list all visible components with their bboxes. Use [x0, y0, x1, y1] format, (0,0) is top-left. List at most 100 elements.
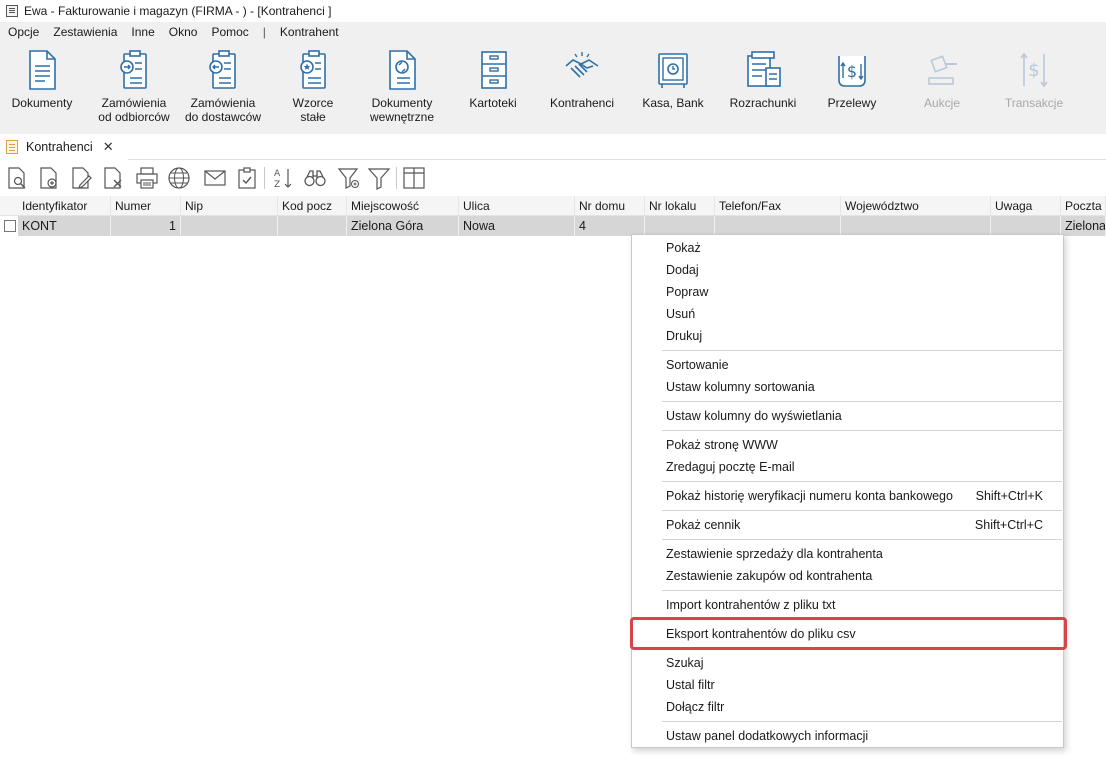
- column-header[interactable]: Nip: [181, 196, 278, 216]
- column-header[interactable]: Poczta: [1061, 196, 1106, 216]
- print-button[interactable]: [134, 165, 160, 191]
- add-document-icon: [40, 167, 57, 189]
- columns-button[interactable]: [401, 165, 427, 191]
- menu-item-shortcut: Shift+Ctrl+C: [974, 518, 1043, 532]
- www-button[interactable]: [166, 165, 192, 191]
- menu-pomoc[interactable]: Pomoc: [211, 25, 248, 39]
- menu-item-label: Dołącz filtr: [666, 700, 725, 714]
- close-icon[interactable]: ✕: [103, 139, 114, 155]
- ribbon-button-zamowienia-od-odbiorcow[interactable]: Zamówienia od odbiorców: [94, 48, 174, 132]
- menu-item-dodaj[interactable]: Dodaj: [632, 259, 1063, 281]
- menu-item-label: Ustaw panel dodatkowych informacji: [666, 729, 869, 743]
- menu-item-ustaw-panel-dodatkowych-informacji[interactable]: Ustaw panel dodatkowych informacji: [632, 725, 1063, 747]
- app-icon: [6, 5, 18, 17]
- menu-separator: [662, 481, 1062, 482]
- menu-item-label: Sortowanie: [666, 358, 729, 372]
- transfer-icon: $: [838, 56, 866, 87]
- column-header[interactable]: Identyfikator: [18, 196, 111, 216]
- menu-item-label: Zestawienie sprzedaży dla kontrahenta: [666, 547, 883, 561]
- table-cell: 4: [575, 216, 645, 236]
- menu-item-popraw[interactable]: Popraw: [632, 281, 1063, 303]
- email-button[interactable]: [202, 165, 228, 191]
- menu-item-ustaw-kolumny-do-wyswietlania[interactable]: Ustaw kolumny do wyświetlania: [632, 405, 1063, 427]
- menu-inne[interactable]: Inne: [131, 25, 154, 39]
- menu-item-pokaz-cennik[interactable]: Pokaż cennik Shift+Ctrl+C: [632, 514, 1063, 536]
- menu-item-zredaguj-poczte-email[interactable]: Zredaguj pocztę E-mail: [632, 456, 1063, 478]
- column-header[interactable]: Ulica: [459, 196, 575, 216]
- column-header[interactable]: Numer: [111, 196, 181, 216]
- menu-item-label: Drukuj: [666, 329, 703, 343]
- ribbon-toolbar: Dokumenty Zamówienia od odbiorców Zamówi…: [0, 42, 1106, 134]
- menu-item-label: Popraw: [666, 285, 709, 299]
- settlements-icon: [747, 51, 781, 87]
- table-row[interactable]: KONT 1 Zielona Góra Nowa 4 Zielona: [0, 216, 1106, 236]
- set-filter-button[interactable]: [336, 165, 362, 191]
- column-header[interactable]: Kod pocz: [278, 196, 347, 216]
- ribbon-button-rozrachunki[interactable]: Rozrachunki: [726, 48, 800, 132]
- ribbon-button-dokumenty-wewnetrzne[interactable]: Dokumenty wewnętrzne: [362, 48, 442, 132]
- search-button[interactable]: [302, 165, 328, 191]
- tab-kontrahenci[interactable]: Kontrahenci ✕: [0, 134, 128, 160]
- edit-document-icon: [72, 167, 92, 189]
- ribbon-button-dokumenty[interactable]: Dokumenty: [8, 48, 76, 132]
- menu-item-szukaj[interactable]: Szukaj: [632, 652, 1063, 674]
- menu-item-import-kontrahentow[interactable]: Import kontrahentów z pliku txt: [632, 594, 1063, 616]
- preview-button[interactable]: [4, 165, 30, 191]
- ribbon-label: Wzorce stałe: [292, 96, 334, 124]
- table-cell: KONT: [18, 216, 111, 236]
- table-header: Identyfikator Numer Nip Kod pocz Miejsco…: [0, 196, 1106, 216]
- column-header[interactable]: Uwaga: [991, 196, 1061, 216]
- menu-item-usun[interactable]: Usuń: [632, 303, 1063, 325]
- menu-separator: [662, 590, 1062, 591]
- column-header[interactable]: Miejscowość: [347, 196, 459, 216]
- menu-item-ustaw-kolumny-sortowania[interactable]: Ustaw kolumny sortowania: [632, 376, 1063, 398]
- edit-button[interactable]: [68, 165, 94, 191]
- menu-item-sortowanie[interactable]: Sortowanie: [632, 354, 1063, 376]
- table-cell: [645, 216, 715, 236]
- delete-button[interactable]: [100, 165, 126, 191]
- ribbon-button-przelewy[interactable]: $ Przelewy: [820, 48, 884, 132]
- menu-item-pokaz-historie-weryfikacji[interactable]: Pokaż historię weryfikacji numeru konta …: [632, 485, 1063, 507]
- menu-item-label: Pokaż stronę WWW: [666, 438, 778, 452]
- svg-text:A: A: [274, 169, 281, 179]
- ribbon-label: Rozrachunki: [729, 96, 797, 110]
- ribbon-label: Kontrahenci: [549, 96, 615, 110]
- ribbon-button-kasa-bank[interactable]: Kasa, Bank: [638, 48, 708, 132]
- menu-item-drukuj[interactable]: Drukuj: [632, 325, 1063, 347]
- preview-icon: [8, 167, 26, 189]
- column-header[interactable]: Telefon/Fax: [715, 196, 841, 216]
- menu-item-pokaz-strone-www[interactable]: Pokaż stronę WWW: [632, 434, 1063, 456]
- ribbon-button-transakcje[interactable]: $ Transakcje: [998, 48, 1070, 132]
- clipboard-button[interactable]: [234, 165, 260, 191]
- menu-item-dolacz-filtr[interactable]: Dołącz filtr: [632, 696, 1063, 718]
- ribbon-label: Zamówienia od odbiorców: [98, 96, 170, 124]
- ribbon-button-kontrahenci[interactable]: Kontrahenci: [544, 48, 620, 132]
- menu-kontrahent[interactable]: Kontrahent: [280, 25, 339, 39]
- list-toolbar: AZ: [0, 161, 1106, 195]
- ribbon-button-zamowienia-do-dostawcow[interactable]: Zamówienia do dostawców: [182, 48, 264, 132]
- ribbon-button-kartoteki[interactable]: Kartoteki: [460, 48, 526, 132]
- ribbon-button-wzorce-stale[interactable]: Wzorce stałe: [280, 48, 346, 132]
- menu-okno[interactable]: Okno: [169, 25, 198, 39]
- menu-item-ustal-filtr[interactable]: Ustal filtr: [632, 674, 1063, 696]
- table-cell: [841, 216, 991, 236]
- row-checkbox[interactable]: [4, 220, 16, 232]
- add-button[interactable]: [36, 165, 62, 191]
- menu-bar: Opcje Zestawienia Inne Okno Pomoc | Kont…: [0, 22, 1106, 42]
- menu-opcje[interactable]: Opcje: [8, 25, 39, 39]
- menu-item-pokaz[interactable]: Pokaż: [632, 237, 1063, 259]
- column-header[interactable]: Nr domu: [575, 196, 645, 216]
- ribbon-button-aukcje[interactable]: Aukcje: [910, 48, 974, 132]
- menu-zestawienia[interactable]: Zestawienia: [53, 25, 117, 39]
- sort-button[interactable]: AZ: [270, 165, 296, 191]
- menu-item-zestawienie-zakupow[interactable]: Zestawienie zakupów od kontrahenta: [632, 565, 1063, 587]
- column-header[interactable]: Województwo: [841, 196, 991, 216]
- menu-item-zestawienie-sprzedazy[interactable]: Zestawienie sprzedaży dla kontrahenta: [632, 543, 1063, 565]
- menu-item-label: Zestawienie zakupów od kontrahenta: [666, 569, 873, 583]
- ribbon-label: Dokumenty wewnętrzne: [369, 96, 435, 124]
- filter-button[interactable]: [366, 165, 392, 191]
- order-incoming-icon: [120, 50, 147, 89]
- menu-item-label: Pokaż historię weryfikacji numeru konta …: [666, 489, 953, 503]
- template-icon: [300, 50, 326, 89]
- column-header[interactable]: Nr lokalu: [645, 196, 715, 216]
